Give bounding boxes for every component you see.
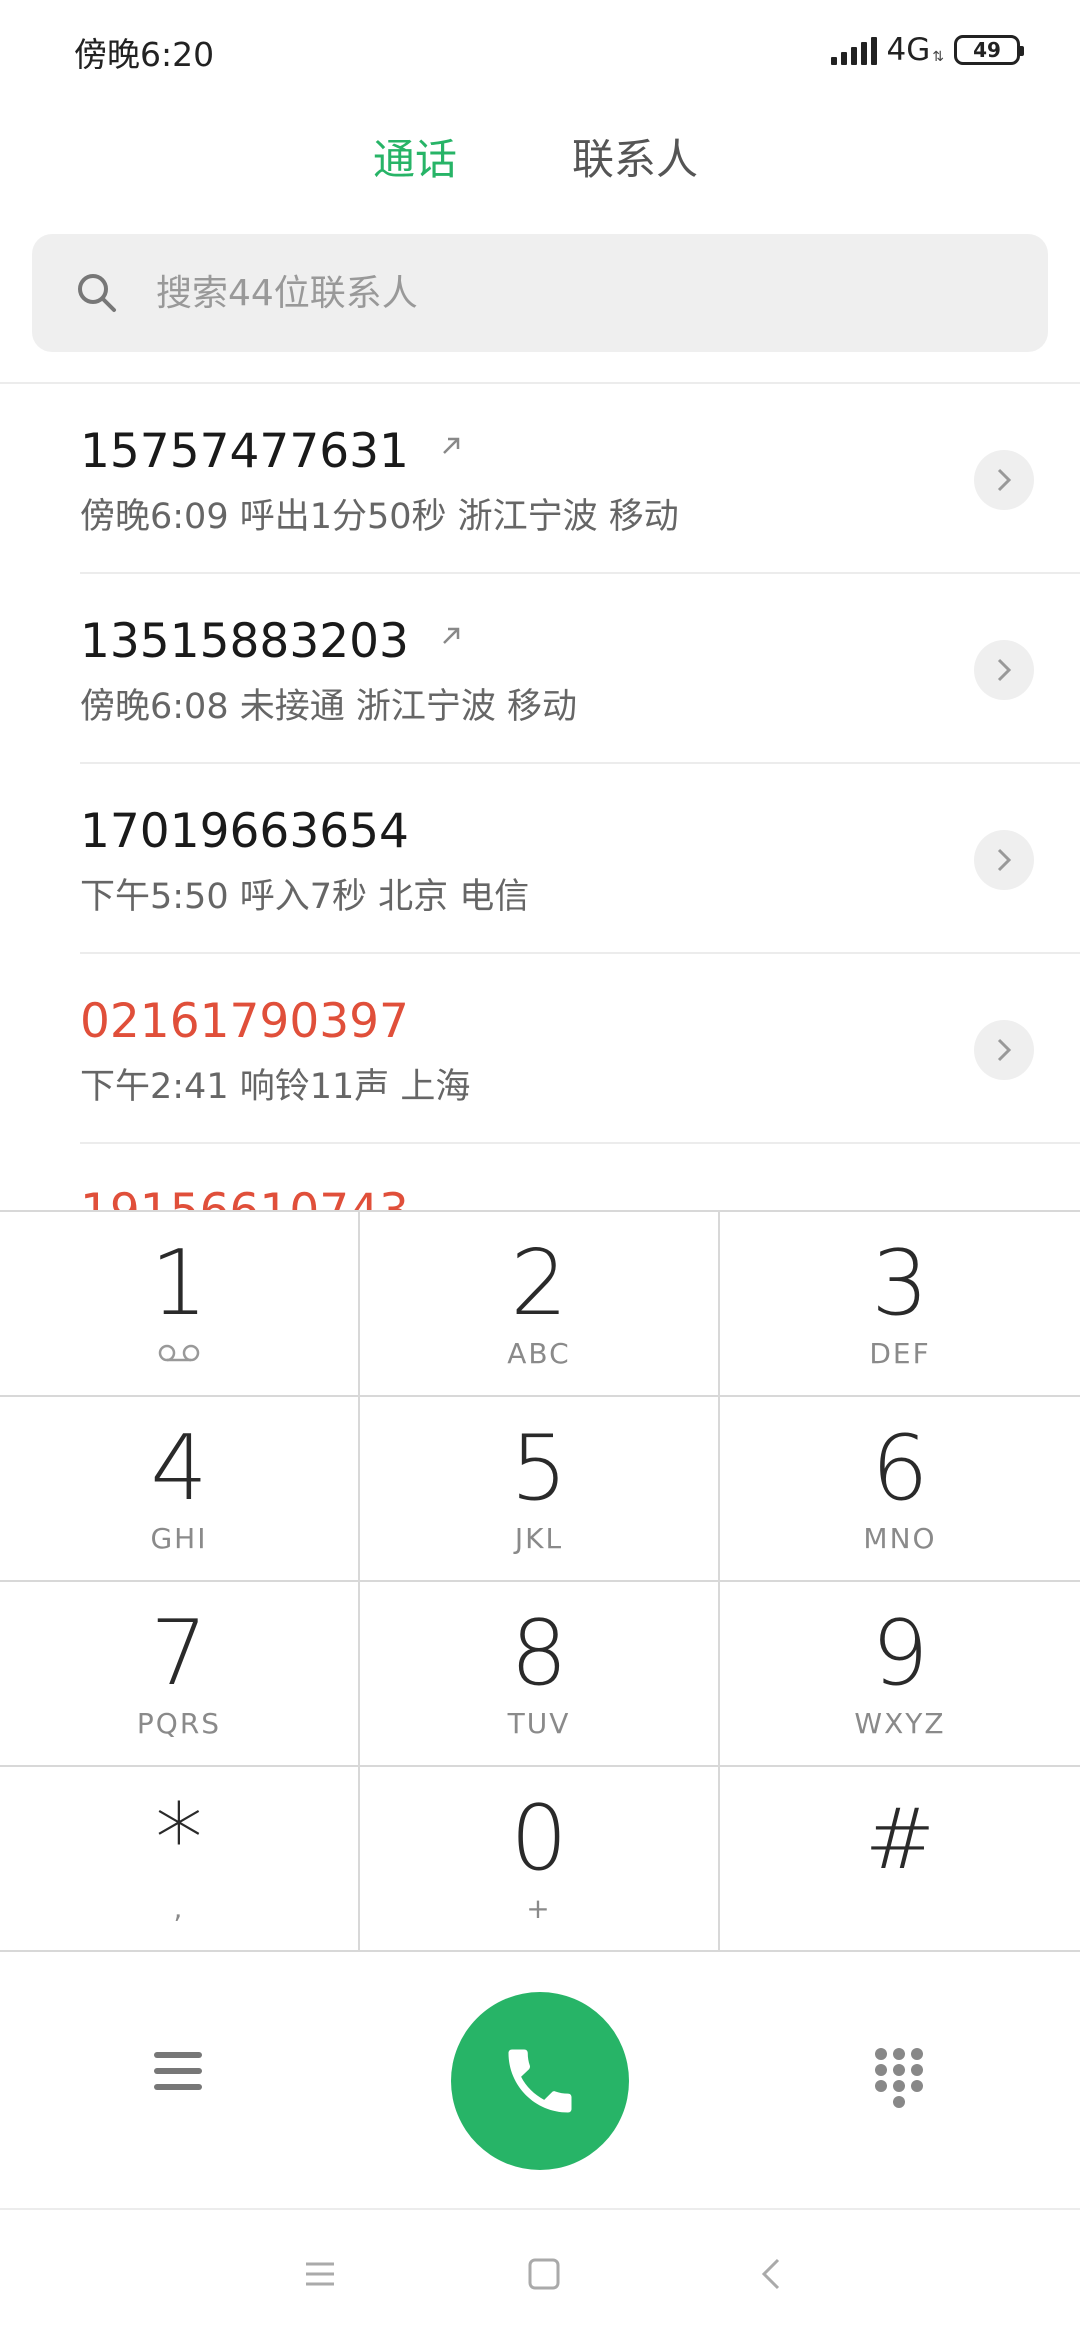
battery-icon: 49 <box>954 35 1024 65</box>
call-number: 17019663654 <box>80 804 409 859</box>
key-6[interactable]: 6 MNO <box>720 1397 1080 1582</box>
key-digit: 0 <box>510 1786 568 1891</box>
key-1[interactable]: 1 <box>0 1212 360 1397</box>
call-detail: 下午5:50 呼入7秒 北京 电信 <box>80 877 530 917</box>
chevron-right-icon <box>997 848 1012 872</box>
key-letters: + <box>526 1892 552 1925</box>
recent-apps-icon[interactable] <box>300 2254 340 2294</box>
key-digit: 5 <box>510 1416 568 1521</box>
key-5[interactable]: 5 JKL <box>360 1397 720 1582</box>
key-hash[interactable]: # <box>720 1767 1080 1952</box>
hamburger-menu-icon[interactable] <box>154 2052 206 2100</box>
voicemail-icon <box>158 1344 200 1362</box>
tab-contacts[interactable]: 联系人 <box>572 125 698 195</box>
call-detail-button[interactable] <box>974 450 1034 510</box>
outgoing-call-icon <box>443 437 460 454</box>
call-detail: 傍晚6:09 呼出1分50秒 浙江宁波 移动 <box>80 497 679 537</box>
key-digit: 3 <box>871 1231 929 1336</box>
network-type: 4G <box>886 32 931 68</box>
data-activity-icon: ⇅ <box>932 49 944 65</box>
call-detail-button[interactable] <box>974 1020 1034 1080</box>
system-nav-bar <box>0 2210 1080 2340</box>
key-3[interactable]: 3 DEF <box>720 1212 1080 1397</box>
key-letters: TUV <box>507 1707 571 1740</box>
chevron-right-icon <box>997 658 1012 682</box>
key-digit: 9 <box>871 1601 929 1706</box>
search-input[interactable] <box>156 234 1016 352</box>
key-digit: 8 <box>510 1601 568 1706</box>
call-button[interactable] <box>451 1992 629 2170</box>
key-letters: GHI <box>150 1522 208 1555</box>
key-letters: , <box>173 1892 185 1925</box>
key-letters: WXYZ <box>854 1707 946 1740</box>
key-8[interactable]: 8 TUV <box>360 1582 720 1767</box>
dial-keypad: 1 2 ABC 3 DEF 4 GHI 5 JKL 6 MNO 7 PQRS 8… <box>0 1210 1080 1952</box>
home-icon[interactable] <box>524 2254 564 2294</box>
call-log-row[interactable]: 17019663654 下午5:50 呼入7秒 北京 电信 <box>0 764 1080 954</box>
key-letters: MNO <box>863 1522 937 1555</box>
key-4[interactable]: 4 GHI <box>0 1397 360 1582</box>
call-log-row[interactable]: 15757477631 傍晚6:09 呼出1分50秒 浙江宁波 移动 <box>0 384 1080 574</box>
key-letters: PQRS <box>136 1707 222 1740</box>
dialer-action-bar <box>0 1952 1080 2208</box>
key-0[interactable]: 0 + <box>360 1767 720 1952</box>
call-log-row[interactable]: 13515883203 傍晚6:08 未接通 浙江宁波 移动 <box>0 574 1080 764</box>
key-letters: DEF <box>869 1337 931 1370</box>
call-detail: 傍晚6:08 未接通 浙江宁波 移动 <box>80 687 577 727</box>
call-number: 13515883203 <box>80 614 409 669</box>
key-digit: 6 <box>871 1416 929 1521</box>
search-icon <box>78 274 116 312</box>
key-digit: 7 <box>150 1601 208 1706</box>
signal-strength-icon <box>830 35 877 65</box>
status-time: 傍晚6:20 <box>74 35 215 74</box>
call-detail-button[interactable] <box>974 830 1034 890</box>
call-number: 02161790397 <box>80 994 409 1049</box>
key-digit: # <box>864 1790 936 1888</box>
call-number: 19156610743 <box>80 1184 409 1210</box>
key-letters: ABC <box>507 1337 571 1370</box>
key-digit: 4 <box>150 1416 208 1521</box>
call-detail-button[interactable] <box>974 640 1034 700</box>
call-log-row[interactable]: 19156610743 <box>0 1144 1080 1210</box>
call-number: 15757477631 <box>80 424 409 479</box>
chevron-right-icon <box>997 1038 1012 1062</box>
key-7[interactable]: 7 PQRS <box>0 1582 360 1767</box>
status-indicators: 4G ⇅ 49 <box>830 30 1024 70</box>
call-number-row: 13515883203 <box>80 614 466 669</box>
tab-calls[interactable]: 通话 <box>373 125 457 195</box>
status-bar: 傍晚6:20 4G ⇅ 49 <box>0 0 1080 100</box>
dialpad-icon[interactable] <box>872 2046 926 2110</box>
key-9[interactable]: 9 WXYZ <box>720 1582 1080 1767</box>
battery-level: 49 <box>973 38 1001 62</box>
call-number-row: 15757477631 <box>80 424 466 479</box>
phone-icon <box>508 2049 572 2113</box>
key-digit: * <box>155 1783 203 1895</box>
key-digit: 2 <box>510 1231 568 1336</box>
search-bar[interactable] <box>32 234 1048 352</box>
call-detail: 下午2:41 响铃11声 上海 <box>80 1067 471 1107</box>
key-2[interactable]: 2 ABC <box>360 1212 720 1397</box>
call-log-list[interactable]: 15757477631 傍晚6:09 呼出1分50秒 浙江宁波 移动 13515… <box>0 384 1080 1210</box>
tab-bar: 通话 联系人 <box>0 125 1080 195</box>
key-letters: JKL <box>514 1522 564 1555</box>
back-icon[interactable] <box>752 2254 792 2294</box>
call-log-row[interactable]: 02161790397 下午2:41 响铃11声 上海 <box>0 954 1080 1144</box>
outgoing-call-icon <box>443 627 460 644</box>
key-star[interactable]: * , <box>0 1767 360 1952</box>
key-digit: 1 <box>150 1231 208 1336</box>
chevron-right-icon <box>997 468 1012 492</box>
